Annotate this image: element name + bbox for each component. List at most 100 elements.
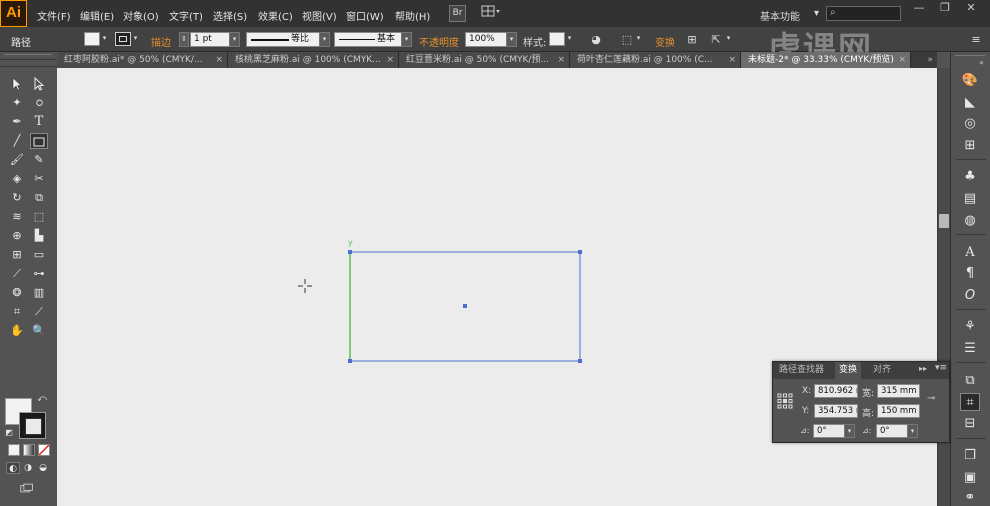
tab-pathfinder[interactable]: 路径查找器 — [775, 362, 828, 379]
zoom-tool-icon[interactable]: 🔍 — [30, 323, 48, 339]
panel-menu-icon[interactable]: ▾≡ — [935, 363, 947, 373]
chevron-down-icon[interactable]: ▾ — [565, 32, 574, 47]
tabs-overflow-icon[interactable]: » — [927, 52, 933, 68]
column-graph-tool-icon[interactable]: ▥ — [30, 285, 48, 301]
menu-effect[interactable]: 效果(C) — [258, 8, 293, 23]
blend-tool-icon[interactable]: ⊶ — [30, 266, 48, 282]
eyedropper-tool-icon[interactable]: ⟋ — [8, 266, 26, 282]
stroke-label[interactable]: 描边 — [151, 34, 171, 49]
menu-object[interactable]: 对象(O) — [123, 8, 159, 23]
align-to-icon[interactable]: ⬚ — [619, 32, 635, 47]
recolor-artwork-icon[interactable]: ◕ — [588, 32, 604, 47]
arrange-documents-icon[interactable] — [480, 5, 502, 22]
shape-builder-tool-icon[interactable]: ⊕ — [8, 228, 26, 244]
reference-point-icon[interactable] — [777, 393, 793, 409]
swatches-panel-icon[interactable]: ⊞ — [960, 137, 980, 155]
stepper-icon[interactable]: ⇕ — [179, 32, 189, 47]
none-mode-icon[interactable] — [38, 444, 50, 456]
menu-help[interactable]: 帮助(H) — [395, 8, 430, 23]
opacity-field[interactable]: 100% — [465, 32, 507, 47]
free-transform-tool-icon[interactable]: ⬚ — [30, 209, 48, 225]
stroke-panel-icon[interactable]: ☰ — [960, 340, 980, 358]
shear-field[interactable]: 0° — [876, 424, 908, 438]
chevron-down-icon[interactable]: ▾ — [724, 32, 733, 47]
workspace-switcher[interactable]: 基本功能 — [760, 8, 800, 23]
anchor-point[interactable] — [348, 359, 352, 363]
maximize-button[interactable]: ❐ — [932, 1, 958, 16]
gradient-panel-icon[interactable]: ▤ — [960, 190, 980, 208]
variable-width-profile[interactable]: 等比 — [246, 32, 320, 47]
document-tab[interactable]: 红豆薏米粉.ai @ 50% (CMYK/预... × — [399, 52, 570, 68]
height-field[interactable]: 150 mm — [877, 404, 920, 418]
fill-swatch[interactable] — [84, 32, 100, 46]
opacity-label[interactable]: 不透明度 — [419, 34, 459, 49]
draw-behind-icon[interactable]: ◑ — [21, 462, 35, 474]
constrain-proportions-icon[interactable]: ⊸ — [927, 393, 935, 404]
x-field[interactable]: 810.962 r — [814, 384, 858, 398]
draw-inside-icon[interactable]: ◒ — [36, 462, 50, 474]
menu-window[interactable]: 窗口(W) — [346, 8, 384, 23]
transform-panel-icon[interactable]: ⌗ — [960, 393, 980, 411]
transparency-panel-icon[interactable]: ◍ — [960, 212, 980, 230]
menu-edit[interactable]: 编辑(E) — [80, 8, 114, 23]
pathfinder-panel-icon[interactable]: ⧉ — [960, 372, 980, 390]
opentype-panel-icon[interactable]: O — [960, 287, 980, 305]
menu-view[interactable]: 视图(V) — [302, 8, 337, 23]
paintbrush-tool-icon[interactable]: 🖌 — [8, 152, 26, 168]
anchor-point[interactable] — [348, 250, 352, 254]
draw-normal-icon[interactable]: ◐ — [6, 462, 20, 474]
symbols-panel-icon[interactable]: ♣ — [960, 168, 980, 186]
document-tab[interactable]: 荷叶杏仁莲藕粉.ai @ 100% (C... × — [570, 52, 741, 68]
brushes-panel-icon[interactable]: ⚘ — [960, 318, 980, 336]
gradient-mode-icon[interactable] — [23, 444, 35, 456]
panel-grip[interactable] — [4, 54, 52, 57]
layers-panel-icon[interactable]: ❐ — [960, 447, 980, 465]
isolate-icon[interactable]: ⇱ — [708, 32, 724, 47]
document-tab-active[interactable]: 未标题-2* @ 33.33% (CMYK/预览) × — [741, 52, 911, 68]
symbol-sprayer-tool-icon[interactable]: ❂ — [8, 285, 26, 301]
document-tab[interactable]: 红枣阿胶粉.ai* @ 50% (CMYK/... × — [57, 52, 228, 68]
menu-file[interactable]: 文件(F) — [37, 8, 71, 23]
slice-tool-icon[interactable]: ⟋ — [30, 304, 48, 320]
chevron-down-icon[interactable]: ▾ — [844, 424, 855, 438]
tab-transform[interactable]: 变换 — [835, 362, 862, 379]
mesh-tool-icon[interactable]: ⊞ — [8, 247, 26, 263]
y-field[interactable]: 354.753 r — [814, 404, 858, 418]
scrollbar-thumb[interactable] — [939, 214, 949, 228]
rotate-tool-icon[interactable]: ↻ — [8, 190, 26, 206]
tab-align[interactable]: 对齐 — [869, 362, 895, 379]
close-button[interactable]: ✕ — [958, 1, 984, 16]
appearance-panel-icon[interactable]: ◎ — [960, 115, 980, 133]
color-panel-icon[interactable]: 🎨 — [960, 72, 980, 90]
graphic-style-swatch[interactable] — [549, 32, 565, 46]
align-panel-icon[interactable]: ⊟ — [960, 415, 980, 433]
color-guide-panel-icon[interactable]: ◣ — [960, 94, 980, 112]
search-input[interactable]: ⌕ — [826, 6, 901, 21]
close-icon[interactable]: × — [728, 52, 736, 68]
line-tool-icon[interactable]: ╱ — [8, 133, 26, 149]
chevron-down-icon[interactable]: ▾ — [100, 32, 109, 47]
scissors-tool-icon[interactable]: ✂ — [30, 171, 48, 187]
close-icon[interactable]: × — [557, 52, 565, 68]
screen-mode-icon[interactable] — [17, 480, 37, 494]
anchor-point[interactable] — [578, 250, 582, 254]
brush-definition[interactable]: 基本 — [334, 32, 402, 47]
rectangle-tool-icon[interactable] — [30, 133, 48, 149]
artboards-panel-icon[interactable]: ▣ — [960, 469, 980, 487]
minimize-button[interactable]: — — [906, 1, 932, 16]
gradient-tool-icon[interactable]: ▭ — [30, 247, 48, 263]
document-tab[interactable]: 核桃黑芝麻粉.ai @ 100% (CMYK... × — [228, 52, 399, 68]
chevron-down-icon[interactable]: ▾ — [634, 32, 643, 47]
collapse-icon[interactable]: « — [979, 58, 984, 67]
chevron-down-icon[interactable]: ▾ — [229, 32, 240, 47]
stroke-swatch[interactable] — [115, 32, 131, 46]
center-point[interactable] — [463, 304, 467, 308]
close-icon[interactable]: × — [386, 52, 394, 68]
character-panel-icon[interactable]: A — [960, 244, 980, 262]
menu-select[interactable]: 选择(S) — [213, 8, 247, 23]
panel-menu-icon[interactable]: ≡ — [968, 32, 984, 47]
stroke-color-box[interactable] — [19, 412, 46, 439]
lasso-tool-icon[interactable]: ഠ — [30, 95, 48, 111]
paragraph-panel-icon[interactable]: ¶ — [960, 265, 980, 283]
transform-each-icon[interactable]: ⊞ — [684, 32, 700, 47]
